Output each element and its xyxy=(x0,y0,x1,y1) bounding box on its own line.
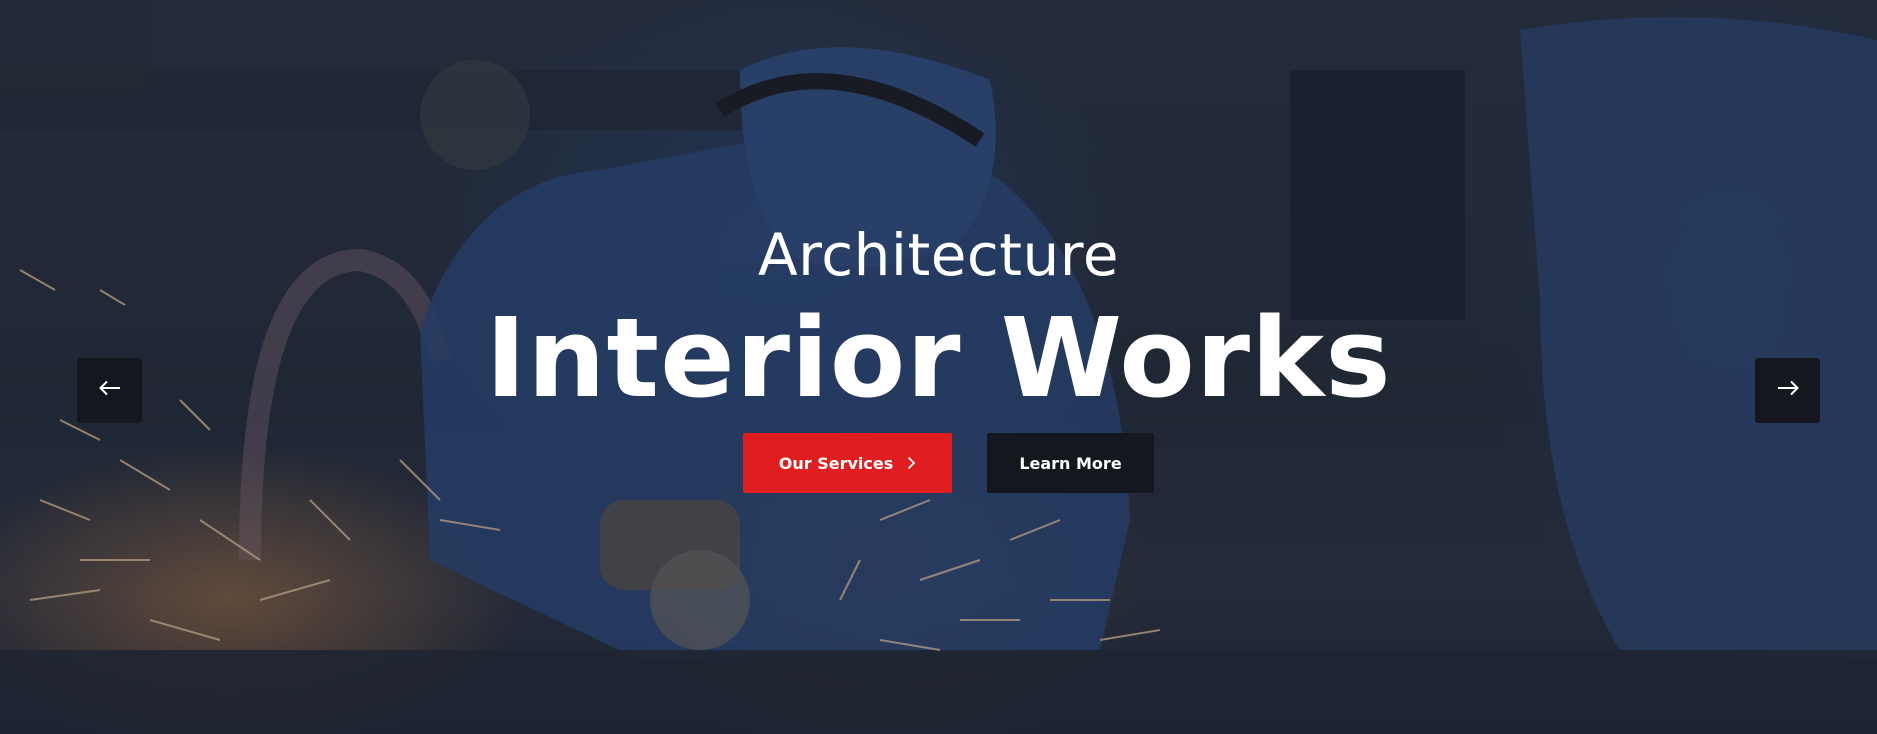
arrow-right-icon xyxy=(1777,380,1799,401)
learn-more-button[interactable]: Learn More xyxy=(987,433,1154,493)
hero-title: Interior Works xyxy=(485,294,1392,422)
hero-content: Architecture Interior Works Our Services… xyxy=(0,0,1877,734)
hero-subtitle: Architecture xyxy=(757,221,1120,289)
our-services-label: Our Services xyxy=(778,453,894,473)
our-services-button[interactable]: Our Services xyxy=(743,433,952,493)
hero-slider: Architecture Interior Works Our Services… xyxy=(0,0,1877,734)
slider-prev-button[interactable] xyxy=(77,358,142,423)
slider-next-button[interactable] xyxy=(1755,358,1820,423)
chevron-right-icon xyxy=(907,453,916,473)
learn-more-label: Learn More xyxy=(1019,453,1122,473)
arrow-left-icon xyxy=(98,380,121,401)
